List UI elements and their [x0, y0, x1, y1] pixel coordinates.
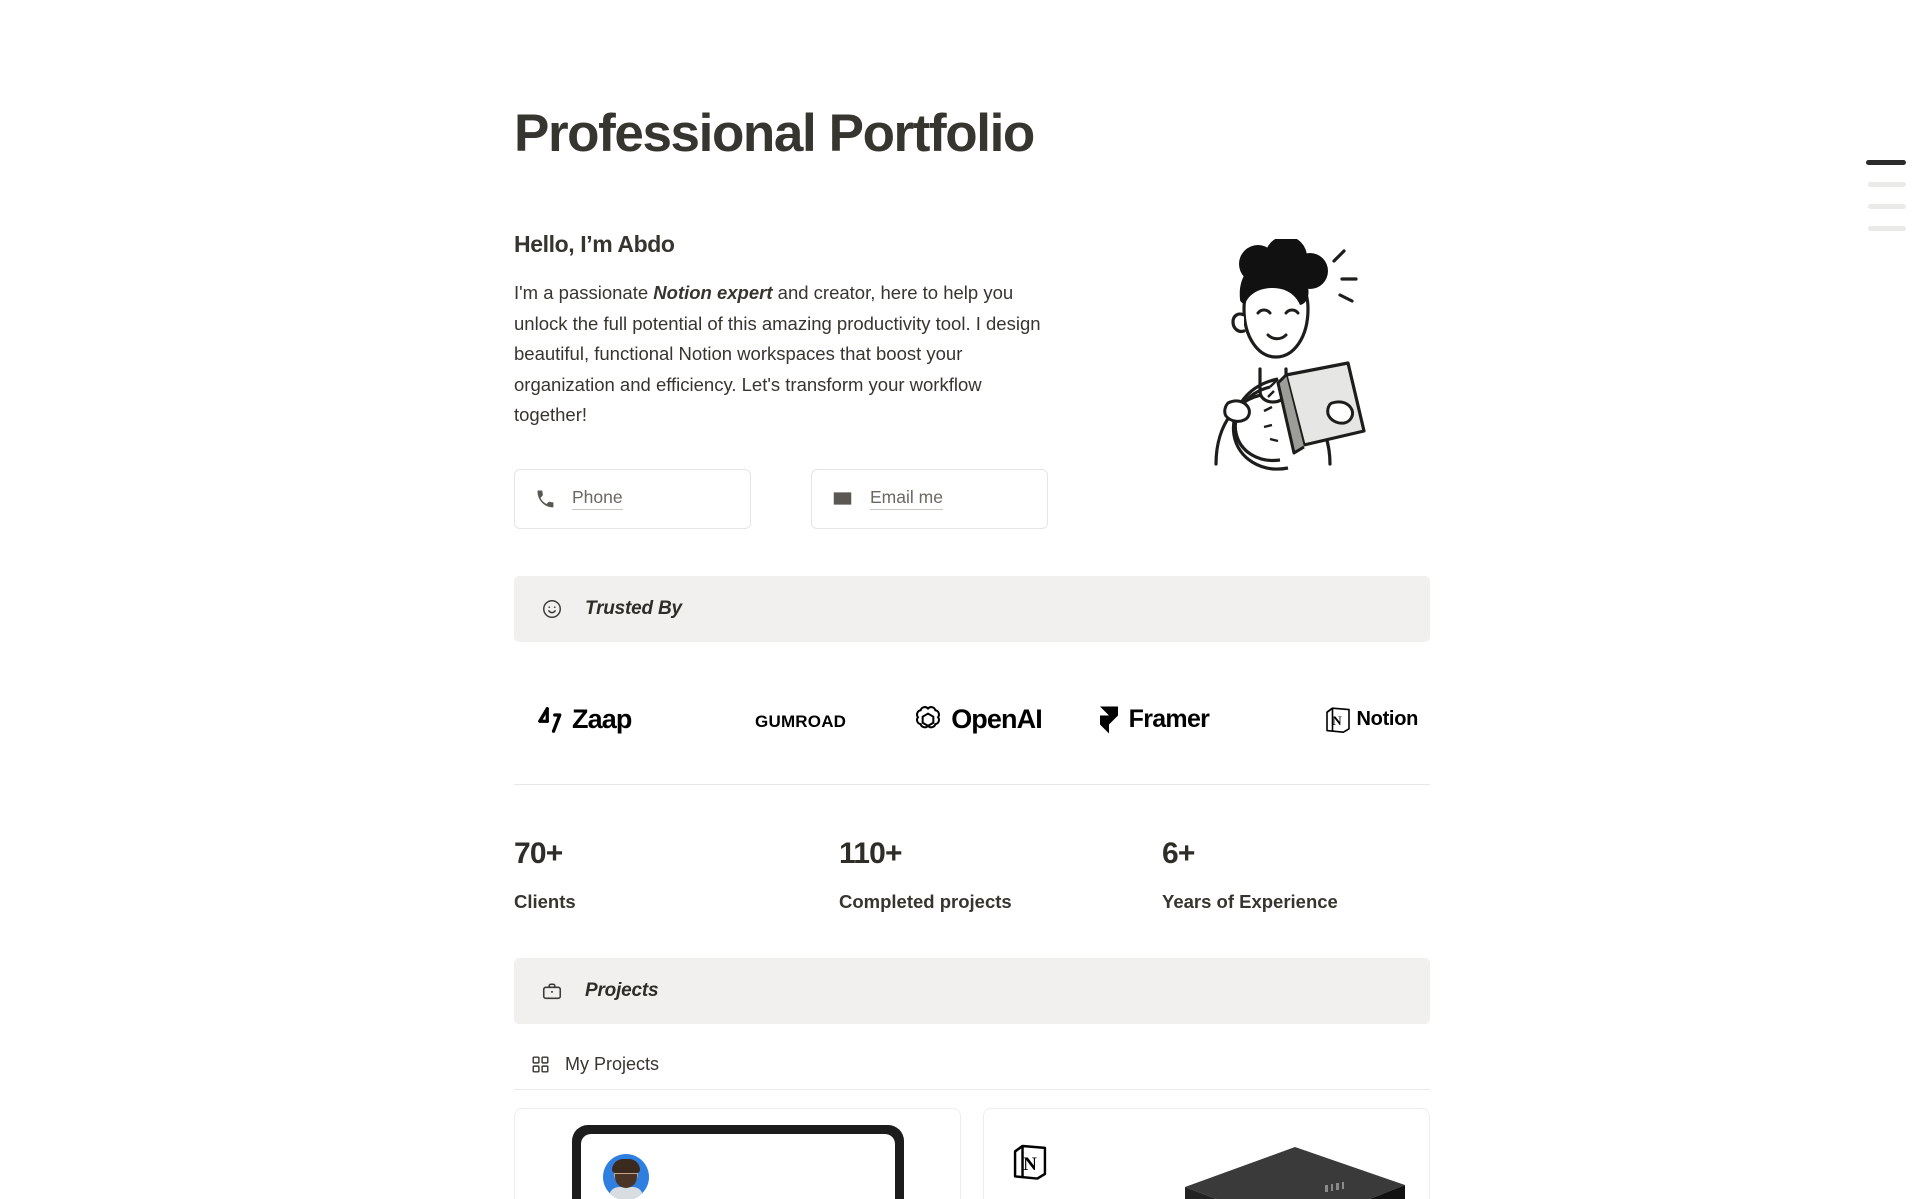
project-card-portfolio[interactable]: Hi, my name is Abdo. I'm a Notion Creato…: [514, 1107, 961, 1199]
bio-text-start: I'm a passionate: [514, 282, 654, 304]
stat-completed-projects: 110+ Completed projects: [839, 837, 1162, 913]
person-holding-puzzle-piece-illustration: [1214, 239, 1366, 471]
tablet-mockup: Hi, my name is Abdo. I'm a Notion Creato…: [572, 1124, 904, 1199]
logo-notion-label: Notion: [1356, 708, 1419, 731]
grid-icon: [532, 1056, 549, 1073]
avatar: [603, 1153, 649, 1199]
bundle-heading-block: N Notion Complete: [1012, 1143, 1202, 1199]
toc-line-active[interactable]: [1866, 160, 1906, 165]
logo-notion: N Notion: [1242, 706, 1422, 734]
toc-line-2[interactable]: [1868, 182, 1906, 187]
trusted-by-callout: Trusted By: [514, 575, 1430, 642]
hero-text-block: Hello, I’m Abdo I'm a passionate Notion …: [514, 231, 1059, 529]
phone-button-label[interactable]: Phone: [572, 487, 623, 511]
stat-years-experience: 6+ Years of Experience: [1162, 837, 1430, 913]
stat-completed-projects-value: 110+: [839, 836, 903, 870]
logo-framer: Framer: [1065, 705, 1241, 735]
logo-zaap-label: Zaap: [572, 704, 632, 735]
stat-years-experience-value: 6+: [1162, 836, 1195, 870]
briefcase-icon: [541, 980, 563, 1002]
stat-clients: 70+ Clients: [514, 837, 839, 913]
logo-framer-label: Framer: [1128, 705, 1210, 734]
page-title: Professional Portfolio: [514, 104, 1035, 163]
hero-section: Hello, I’m Abdo I'm a passionate Notion …: [514, 231, 1430, 529]
stat-completed-projects-label: Completed projects: [839, 890, 1012, 912]
hero-bio: I'm a passionate Notion expert and creat…: [514, 278, 1049, 431]
notion-mark-icon: N: [1325, 707, 1350, 733]
trusted-by-label: Trusted By: [585, 597, 682, 619]
stat-clients-label: Clients: [514, 890, 576, 912]
project-card-notion-bundle[interactable]: N Notion Complete: [983, 1107, 1430, 1199]
smiley-face-icon: [541, 598, 563, 620]
section-divider: [514, 783, 1430, 785]
tablet-screen: Hi, my name is Abdo. I'm a Notion Creato…: [581, 1133, 895, 1199]
phone-button[interactable]: Phone: [514, 468, 751, 529]
logo-openai: OpenAI: [889, 704, 1065, 736]
notion-bundle-box-image: N Created by Notion Expert Notio: [1185, 1146, 1405, 1199]
portfolio-page: Professional Portfolio Hello, I’m Abdo I…: [0, 0, 1920, 1199]
hero-illustration-wrap: [1059, 231, 1430, 474]
openai-mark-icon: [916, 705, 941, 729]
notion-mark-icon: N: [1013, 1144, 1047, 1180]
zaap-mark-icon: [538, 706, 562, 733]
svg-text:N: N: [1023, 1154, 1037, 1175]
framer-mark-icon: [1099, 706, 1118, 734]
toc-line-3[interactable]: [1868, 204, 1906, 209]
logo-openai-label: OpenAI: [951, 704, 1043, 735]
contact-buttons: Phone Email me: [514, 468, 1059, 529]
toc-line-4[interactable]: [1868, 226, 1906, 231]
projects-callout-label: Projects: [585, 979, 659, 1001]
envelope-icon: [832, 488, 853, 509]
content-column: Professional Portfolio Hello, I’m Abdo I…: [514, 0, 1430, 1199]
svg-text:N: N: [1332, 713, 1342, 728]
logo-gumroad-label: Gumroad: [755, 705, 847, 733]
bio-emphasis: Notion expert: [653, 282, 773, 304]
logo-gumroad: Gumroad: [712, 706, 888, 734]
stat-years-experience-label: Years of Experience: [1162, 890, 1338, 912]
trusted-by-logos: Zaap Gumroad OpenAI Framer: [514, 684, 1430, 756]
hero-heading: Hello, I’m Abdo: [514, 231, 675, 258]
project-cards: Hi, my name is Abdo. I'm a Notion Creato…: [514, 1107, 1430, 1199]
my-projects-subhead[interactable]: My Projects: [514, 1054, 1430, 1090]
table-of-contents-indicator[interactable]: [1866, 160, 1906, 231]
stat-clients-value: 70+: [514, 836, 563, 870]
email-button[interactable]: Email me: [811, 468, 1048, 529]
my-projects-label: My Projects: [565, 1053, 660, 1074]
phone-icon: [535, 489, 555, 509]
stats-row: 70+ Clients 110+ Completed projects 6+ Y…: [514, 837, 1430, 913]
bio-text-end: and creator, here to help you unlock the…: [514, 282, 1041, 426]
email-button-label[interactable]: Email me: [870, 487, 943, 511]
logo-zaap: Zaap: [524, 704, 712, 735]
projects-callout: Projects: [514, 957, 1430, 1024]
